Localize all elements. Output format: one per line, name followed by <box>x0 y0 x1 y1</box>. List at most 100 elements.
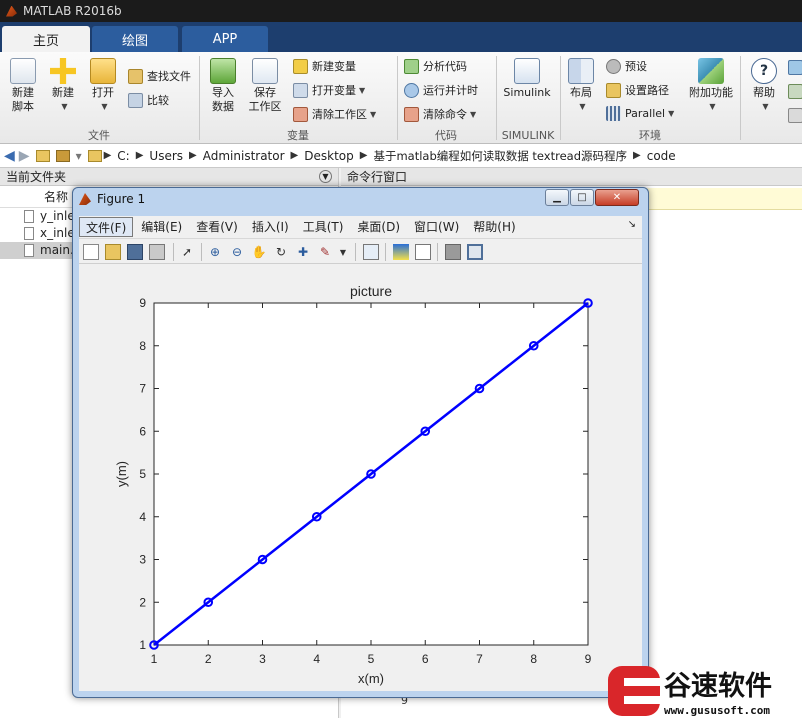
tab-apps[interactable]: APP <box>182 26 268 52</box>
preferences-label: 预设 <box>625 60 647 73</box>
open-variable-button[interactable]: 打开变量 ▼ <box>293 82 365 98</box>
new-variable-button[interactable]: 新建变量 <box>293 58 356 74</box>
simulink-button[interactable]: Simulink <box>502 58 552 100</box>
help-button[interactable]: ? 帮助 ▼ <box>748 58 780 114</box>
breadcrumb-item[interactable]: Administrator <box>203 149 285 163</box>
breadcrumb-item[interactable]: Desktop <box>304 149 354 163</box>
menu-view[interactable]: 查看(V) <box>190 217 244 237</box>
breadcrumb-item[interactable]: 基于matlab编程如何读取数据 textread源码程序 <box>373 148 627 164</box>
data-cursor-icon[interactable]: ✚ <box>295 244 311 260</box>
forward-arrow-icon[interactable]: ▶ <box>19 148 30 164</box>
new-script-button[interactable]: 新建 脚本 <box>6 58 40 114</box>
menu-tools[interactable]: 工具(T) <box>297 217 350 237</box>
figure-canvas: picture x(m) y(m) 1 2 3 4 5 6 7 8 9 1 2 3 4 5 6 7 8 9 <box>79 264 642 691</box>
find-files-button[interactable]: 查找文件 <box>128 68 191 84</box>
hide-tools-icon[interactable] <box>445 244 461 260</box>
compare-button[interactable]: 比较 <box>128 92 169 108</box>
watermark-cn-text: 谷速软件 <box>664 671 772 702</box>
new-figure-icon[interactable] <box>83 244 99 260</box>
breadcrumb-item[interactable]: code <box>647 149 676 163</box>
figure-title-bar: Figure 1 <box>79 192 145 206</box>
app-title-bar: MATLAB R2016b <box>0 0 802 22</box>
pan-hand-icon[interactable]: ✋ <box>251 244 267 260</box>
tab-plots[interactable]: 绘图 <box>92 26 178 52</box>
address-dropdown-icon[interactable]: ▾ <box>76 149 82 163</box>
analyze-code-button[interactable]: 分析代码 <box>404 58 467 74</box>
breadcrumb-item[interactable]: Users <box>149 149 183 163</box>
y-tick-label: 5 <box>139 467 146 481</box>
gususoft-logo: 谷速软件 www.gususoft.com <box>608 666 772 717</box>
open-file-icon[interactable] <box>105 244 121 260</box>
tab-apps-label: APP <box>212 31 238 47</box>
menu-desktop[interactable]: 桌面(D) <box>351 217 406 237</box>
toolbar-separator <box>173 243 174 261</box>
run-and-time-button[interactable]: 运行并计时 <box>404 82 478 98</box>
breadcrumb-item[interactable]: C: <box>117 149 129 163</box>
menu-help[interactable]: 帮助(H) <box>467 217 521 237</box>
watermark-logo-bar <box>624 696 664 704</box>
menu-edit[interactable]: 编辑(E) <box>135 217 188 237</box>
import-data-button[interactable]: 导入 数据 <box>206 58 240 114</box>
save-icon[interactable] <box>127 244 143 260</box>
analyze-code-label: 分析代码 <box>423 60 467 73</box>
y-tick-label: 4 <box>139 510 146 524</box>
tab-home[interactable]: 主页 <box>2 26 90 52</box>
minimize-icon: ▁ <box>553 192 561 203</box>
panel-menu-icon[interactable]: ▼ <box>319 170 332 183</box>
x-tick-label: 4 <box>313 652 320 666</box>
menu-file[interactable]: 文件(F) <box>79 217 134 237</box>
breadcrumb-separator: ▶ <box>103 150 112 161</box>
clear-workspace-button[interactable]: 清除工作区 ▼ <box>293 106 376 122</box>
pointer-icon[interactable]: ➚ <box>179 244 195 260</box>
chevron-down-icon: ▼ <box>470 109 477 119</box>
colorbar-icon[interactable] <box>393 244 409 260</box>
up-folder-icon[interactable] <box>35 149 50 162</box>
support-button[interactable] <box>788 84 802 99</box>
addons-button[interactable]: 附加功能 ▼ <box>686 58 736 114</box>
layout-button[interactable]: 布局 ▼ <box>566 58 596 114</box>
y-tick-label: 7 <box>139 382 146 396</box>
figure-toolbar: ➚ ⊕ ⊖ ✋ ↻ ✚ ✎ ▼ <box>79 238 642 264</box>
minimize-button[interactable]: ▁ <box>545 189 569 206</box>
zoom-out-icon[interactable]: ⊖ <box>229 244 245 260</box>
zoom-in-icon[interactable]: ⊕ <box>207 244 223 260</box>
find-files-label: 查找文件 <box>147 70 191 83</box>
back-arrow-icon[interactable]: ◀ <box>4 148 15 164</box>
new-button[interactable]: 新建 ▼ <box>46 58 80 114</box>
set-path-button[interactable]: 设置路径 <box>606 82 669 98</box>
group-label-simulink: SIMULINK <box>501 129 555 142</box>
addons-label: 附加功能 <box>689 86 733 99</box>
legend-icon[interactable] <box>415 244 431 260</box>
group-label-variable: 变量 <box>287 129 309 142</box>
learn-button[interactable] <box>788 108 802 123</box>
preferences-button[interactable]: 预设 <box>606 58 647 74</box>
open-button[interactable]: 打开 ▼ <box>86 58 120 114</box>
link-plot-icon[interactable] <box>363 244 379 260</box>
matlab-logo-icon <box>6 5 17 17</box>
compare-label: 比较 <box>147 94 169 107</box>
show-tools-icon[interactable] <box>467 244 483 260</box>
chevron-down-icon[interactable]: ▼ <box>335 244 351 260</box>
menu-window[interactable]: 窗口(W) <box>408 217 465 237</box>
save-workspace-button[interactable]: 保存 工作区 <box>246 58 284 114</box>
clear-commands-button[interactable]: 清除命令 ▼ <box>404 106 476 122</box>
breadcrumb-separator: ▶ <box>189 150 197 161</box>
open-variable-label: 打开变量 <box>312 84 356 97</box>
menu-insert[interactable]: 插入(I) <box>246 217 295 237</box>
chevron-down-icon: ▼ <box>668 109 675 118</box>
group-label-file: 文件 <box>88 129 110 142</box>
toolbar-separator <box>201 243 202 261</box>
run-time-icon <box>404 82 419 98</box>
rotate-3d-icon[interactable]: ↻ <box>273 244 289 260</box>
print-icon[interactable] <box>149 244 165 260</box>
folder-icon <box>87 149 102 162</box>
browse-folder-icon[interactable] <box>55 149 70 162</box>
dock-arrow-icon[interactable]: ↘ <box>628 219 636 230</box>
brush-icon[interactable]: ✎ <box>317 244 333 260</box>
new-script-icon <box>10 58 36 84</box>
parallel-button[interactable]: Parallel ▼ <box>606 106 674 121</box>
run-time-label: 运行并计时 <box>423 84 478 97</box>
close-button[interactable]: ✕ <box>595 189 639 206</box>
maximize-button[interactable]: □ <box>570 189 594 206</box>
community-button[interactable] <box>788 60 802 75</box>
